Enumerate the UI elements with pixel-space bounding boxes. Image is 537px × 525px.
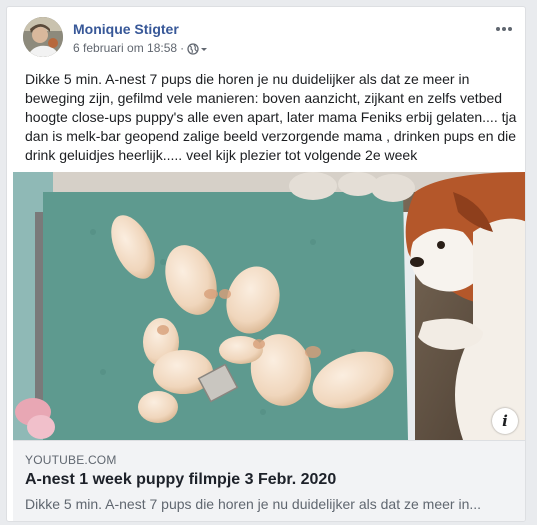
ellipsis-icon[interactable] bbox=[493, 22, 515, 36]
post-text: Dikke 5 min. A-nest 7 pups die horen je … bbox=[25, 71, 517, 163]
author-name[interactable]: Monique Stigter bbox=[73, 21, 179, 37]
post-header: Monique Stigter 6 februari om 18:58 · bbox=[19, 16, 515, 60]
chevron-down-icon[interactable] bbox=[199, 41, 209, 55]
info-icon[interactable]: i bbox=[492, 408, 518, 434]
link-preview[interactable]: YOUTUBE.COM A-nest 1 week puppy filmpje … bbox=[13, 440, 525, 521]
link-description: Dikke 5 min. A-nest 7 pups die horen je … bbox=[25, 496, 482, 512]
link-domain: YOUTUBE.COM bbox=[25, 453, 117, 467]
post-meta: 6 februari om 18:58 · bbox=[73, 41, 209, 55]
avatar[interactable] bbox=[23, 17, 63, 57]
meta-separator: · bbox=[180, 41, 185, 55]
link-title[interactable]: A-nest 1 week puppy filmpje 3 Febr. 2020 bbox=[25, 471, 336, 489]
globe-icon[interactable] bbox=[187, 41, 199, 55]
puppies-image bbox=[13, 172, 525, 440]
post-timestamp[interactable]: 6 februari om 18:58 bbox=[73, 41, 177, 55]
video-thumbnail[interactable]: i bbox=[13, 172, 525, 440]
post-card: Monique Stigter 6 februari om 18:58 · Dik… bbox=[6, 6, 526, 522]
